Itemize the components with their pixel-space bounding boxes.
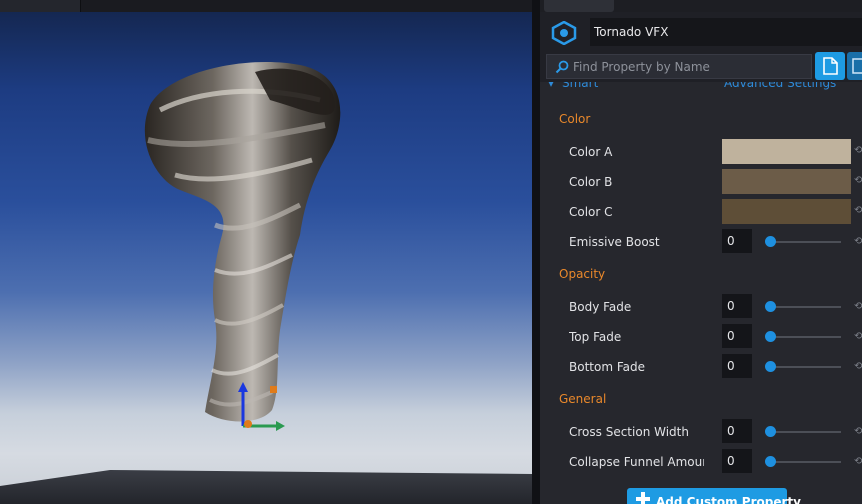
bottom-fade-slider-knob[interactable] xyxy=(765,361,776,372)
collapse-funnel-amount-slider-knob[interactable] xyxy=(765,456,776,467)
top-fade-slider-track[interactable] xyxy=(766,336,841,338)
reset-icon[interactable]: ⟲ xyxy=(854,236,862,247)
emissive-boost-value[interactable]: 0 xyxy=(722,229,752,253)
reset-icon[interactable]: ⟲ xyxy=(854,145,862,156)
reset-icon[interactable]: ⟲ xyxy=(854,426,862,437)
color-a-swatch[interactable] xyxy=(722,139,851,164)
reset-icon[interactable]: ⟲ xyxy=(854,456,862,467)
bottom-fade-slider-track[interactable] xyxy=(766,366,841,368)
tornado-vfx-render[interactable] xyxy=(0,0,532,504)
panel-options-icon xyxy=(852,58,862,74)
search-row xyxy=(540,52,862,82)
color-c-label: Color C xyxy=(569,205,613,219)
plus-icon xyxy=(636,492,650,504)
document-icon xyxy=(823,57,838,75)
color-b-swatch[interactable] xyxy=(722,169,851,194)
object-header: Tornado VFX xyxy=(540,12,862,52)
body-fade-slider-knob[interactable] xyxy=(765,301,776,312)
section-general: General xyxy=(559,392,607,406)
group-header-smart[interactable]: Smart xyxy=(562,82,598,90)
reset-icon[interactable]: ⟲ xyxy=(854,301,862,312)
bottom-fade-value[interactable]: 0 xyxy=(722,354,752,378)
vfx-hexagon-icon xyxy=(551,21,577,45)
property-search-box[interactable] xyxy=(546,54,812,79)
cross-section-width-slider-knob[interactable] xyxy=(765,426,776,437)
cross-section-width-slider-track[interactable] xyxy=(766,431,841,433)
add-custom-property-label: Add Custom Property xyxy=(656,495,801,504)
body-fade-slider-track[interactable] xyxy=(766,306,841,308)
reset-icon[interactable]: ⟲ xyxy=(854,361,862,372)
object-name-field[interactable]: Tornado VFX xyxy=(590,18,862,46)
color-a-label: Color A xyxy=(569,145,613,159)
search-input[interactable] xyxy=(573,58,803,75)
reset-icon[interactable]: ⟲ xyxy=(854,175,862,186)
collapse-funnel-amount-label: Collapse Funnel Amount xyxy=(569,455,704,469)
body-fade-value[interactable]: 0 xyxy=(722,294,752,318)
cross-section-width-value[interactable]: 0 xyxy=(722,419,752,443)
emissive-boost-slider-knob[interactable] xyxy=(765,236,776,247)
color-b-label: Color B xyxy=(569,175,613,189)
collapse-funnel-amount-value[interactable]: 0 xyxy=(722,449,752,473)
properties-tab-bar xyxy=(540,0,862,12)
cross-section-width-label: Cross Section Width xyxy=(569,425,689,439)
top-fade-value[interactable]: 0 xyxy=(722,324,752,348)
advanced-settings-link[interactable]: Advanced Settings xyxy=(724,82,836,90)
properties-tab[interactable] xyxy=(544,0,614,12)
bottom-fade-label: Bottom Fade xyxy=(569,360,645,374)
section-opacity: Opacity xyxy=(559,267,606,281)
reset-icon[interactable]: ⟲ xyxy=(854,331,862,342)
body-fade-label: Body Fade xyxy=(569,300,632,314)
section-color: Color xyxy=(559,112,591,126)
top-fade-label: Top Fade xyxy=(569,330,622,344)
emissive-boost-slider-track[interactable] xyxy=(766,241,841,243)
properties-panel: Tornado VFX ▾ Smart Advanced Settings Co… xyxy=(540,0,862,504)
document-button[interactable] xyxy=(815,52,845,80)
color-c-swatch[interactable] xyxy=(722,199,851,224)
emissive-boost-label: Emissive Boost xyxy=(569,235,660,249)
group-header: ▾ Smart Advanced Settings xyxy=(540,82,862,90)
top-fade-slider-knob[interactable] xyxy=(765,331,776,342)
add-custom-property-button[interactable]: Add Custom Property xyxy=(627,488,801,504)
search-icon xyxy=(555,60,569,74)
panel-splitter[interactable] xyxy=(532,0,540,504)
collapse-funnel-amount-slider-track[interactable] xyxy=(766,461,841,463)
reset-icon[interactable]: ⟲ xyxy=(854,205,862,216)
collapse-arrow-icon[interactable]: ▾ xyxy=(548,82,554,90)
panel-options-button[interactable] xyxy=(847,52,862,80)
properties-content: ▾ Smart Advanced Settings Color Color A … xyxy=(540,82,862,504)
3d-viewport[interactable] xyxy=(0,0,532,504)
